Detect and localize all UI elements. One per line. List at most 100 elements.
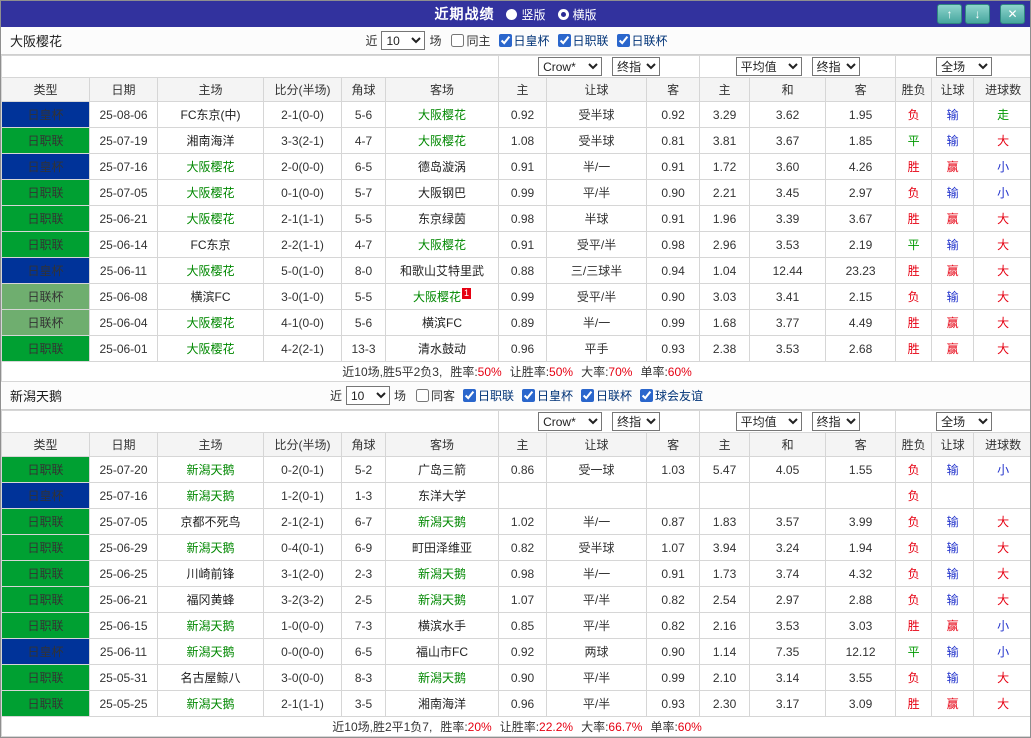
euro-home-odds-cell: 1.72 [700,154,750,180]
away-team-name: 湘南海洋 [418,697,466,711]
league-filter-checkbox[interactable] [522,389,535,402]
column-header: 日期 [90,433,158,457]
asia-handicap-cell: 平/半 [547,665,647,691]
league-filter-checkbox-option[interactable]: 日联杯 [617,32,668,49]
column-header: 客场 [386,433,499,457]
summary-stat-value: 66.7% [608,720,642,734]
move-up-button[interactable]: ↑ [937,4,962,24]
asia-handicap-cell: 受半球 [547,128,647,154]
match-row: 日联杯25-06-08横滨FC3-0(1-0)5-5大阪樱花10.99受平/半0… [2,284,1031,310]
asia-handicap-cell: 半/一 [547,310,647,336]
league-filter-checkbox-option[interactable]: 日皇杯 [499,32,550,49]
league-filter-checkbox-label: 日联杯 [596,387,632,404]
score-cell: 0-0(0-0) [264,639,342,665]
handicap-result-cell: 输 [932,587,974,613]
move-down-button[interactable]: ↓ [965,4,990,24]
league-cell: 日职联 [2,180,90,206]
column-header: 客 [826,78,896,102]
asia-odds-time-select[interactable]: 终指 [612,57,660,76]
home-team-cell: 新潟天鹅 [158,691,264,717]
league-filter-checkbox-option[interactable]: 日皇杯 [522,387,573,404]
league-filter-checkbox-option[interactable]: 日职联 [463,387,514,404]
vertical-radio[interactable] [506,9,517,20]
same-venue-checkbox[interactable] [451,34,464,47]
league-cell: 日职联 [2,509,90,535]
euro-away-odds-cell: 12.12 [826,639,896,665]
close-button[interactable]: ✕ [1000,4,1025,24]
league-filter-checkbox[interactable] [463,389,476,402]
match-row: 日职联25-07-20新潟天鹅0-2(0-1)5-2广岛三箭0.86受一球1.0… [2,457,1031,483]
euro-home-odds-cell [700,483,750,509]
column-header: 客 [826,433,896,457]
away-team-cell: 湘南海洋 [386,691,499,717]
euro-draw-odds-cell: 3.77 [750,310,826,336]
euro-odds-time-select[interactable]: 终指 [812,412,860,431]
games-count-select[interactable]: 10 [346,386,390,405]
corners-cell: 6-9 [342,535,386,561]
asia-home-odds-cell: 0.96 [499,336,547,362]
home-team-name: 大阪樱花 [186,160,234,174]
asia-away-odds-cell: 0.91 [647,561,700,587]
handicap-result-cell: 输 [932,561,974,587]
summary-prefix: 近10场,胜2平1负7, [332,720,432,734]
asia-home-odds-cell: 0.91 [499,232,547,258]
home-team-name: 大阪樱花 [186,186,234,200]
corners-cell: 13-3 [342,336,386,362]
league-cell: 日皇杯 [2,258,90,284]
average-odds-select[interactable]: 平均值 [736,57,802,76]
match-scope-select[interactable]: 全场 [936,57,992,76]
asia-handicap-cell: 两球 [547,639,647,665]
column-header: 进球数 [974,78,1031,102]
bookmaker-select[interactable]: Crow* [538,57,602,76]
horizontal-radio[interactable] [558,9,569,20]
asia-handicap-cell: 半/一 [547,561,647,587]
away-team-cell: 德岛漩涡 [386,154,499,180]
filter-bar: 近10场同客日职联日皇杯日联杯球会友谊 [328,386,703,405]
column-header: 客 [647,433,700,457]
asia-away-odds-cell: 0.99 [647,665,700,691]
asia-home-odds-cell: 0.96 [499,691,547,717]
score-cell: 3-2(3-2) [264,587,342,613]
league-filter-checkbox[interactable] [617,34,630,47]
euro-home-odds-cell: 2.96 [700,232,750,258]
league-filter-checkbox[interactable] [499,34,512,47]
match-row: 日职联25-07-19湘南海洋3-3(2-1)4-7大阪樱花1.08受半球0.8… [2,128,1031,154]
handicap-result-cell: 赢 [932,258,974,284]
home-team-cell: 川崎前锋 [158,561,264,587]
league-filter-checkbox[interactable] [640,389,653,402]
summary-stat-label: 让胜率: [510,365,549,379]
away-team-name: 大阪樱花 [418,134,466,148]
match-row: 日皇杯25-07-16新潟天鹅1-2(0-1)1-3东洋大学负 [2,483,1031,509]
match-scope-select[interactable]: 全场 [936,412,992,431]
league-cell: 日职联 [2,128,90,154]
bookmaker-select[interactable]: Crow* [538,412,602,431]
euro-draw-odds-cell: 3.14 [750,665,826,691]
average-odds-select[interactable]: 平均值 [736,412,802,431]
league-cell: 日职联 [2,336,90,362]
league-filter-checkbox-option[interactable]: 球会友谊 [640,387,703,404]
games-count-select[interactable]: 10 [381,31,425,50]
league-filter-checkbox-option[interactable]: 日联杯 [581,387,632,404]
asia-home-odds-cell: 0.88 [499,258,547,284]
asia-odds-time-select[interactable]: 终指 [612,412,660,431]
euro-home-odds-cell: 1.04 [700,258,750,284]
column-header: 比分(半场) [264,433,342,457]
league-filter-checkbox[interactable] [581,389,594,402]
same-venue-checkbox-option[interactable]: 同客 [416,387,455,404]
result-cell: 胜 [896,258,932,284]
vertical-mode-option[interactable]: 竖版 [506,6,545,23]
result-cell: 负 [896,180,932,206]
column-header: 和 [750,433,826,457]
euro-away-odds-cell: 2.88 [826,587,896,613]
column-header: 主 [499,433,547,457]
asia-away-odds-cell: 0.92 [647,102,700,128]
same-venue-checkbox[interactable] [416,389,429,402]
league-filter-checkbox-option[interactable]: 日职联 [558,32,609,49]
home-team-name: 大阪樱花 [186,342,234,356]
same-venue-checkbox-option[interactable]: 同主 [451,32,490,49]
match-row: 日职联25-05-31名古屋鲸八3-0(0-0)8-3新潟天鹅0.90平/半0.… [2,665,1031,691]
horizontal-mode-option[interactable]: 横版 [558,6,597,23]
euro-odds-time-select[interactable]: 终指 [812,57,860,76]
league-filter-checkbox[interactable] [558,34,571,47]
home-team-name: 新潟天鹅 [186,489,234,503]
